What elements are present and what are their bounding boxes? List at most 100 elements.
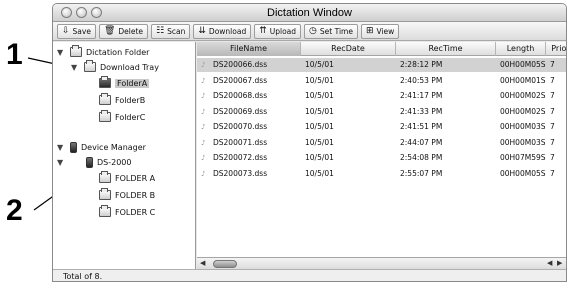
table-row[interactable]: ♪ DS200069.dss 10/5/01 2:41:33 PM 00H00M02S 7 <box>197 105 566 119</box>
table-row[interactable]: ♪ DS200073.dss 10/5/01 2:55:07 PM 00H00M05S 7 <box>197 167 566 181</box>
tree-item-device-folder-b[interactable]: FOLDER B <box>99 188 155 202</box>
audio-file-icon: ♪ <box>201 169 206 178</box>
tree-item-device-folder-a[interactable]: FOLDER A <box>99 171 155 185</box>
table-cell-length: 00H00M03S <box>500 137 546 147</box>
file-list-panel: FileName RecDate RecTime Length Priority… <box>197 42 566 269</box>
table-cell-rectime: 2:40:53 PM <box>400 75 443 85</box>
horizontal-scrollbar[interactable]: ◀ ◀ ▶ <box>197 257 566 269</box>
toolbar-button-label: Set Time <box>319 26 353 36</box>
disclosure-triangle-icon[interactable]: ▼ <box>57 48 66 57</box>
tree-item-label: FolderC <box>115 112 146 122</box>
table-cell-priority: 7 <box>550 153 555 162</box>
table-row[interactable]: ♪ DS200071.dss 10/5/01 2:44:07 PM 00H00M03S 7 <box>197 136 566 150</box>
tree-item-device-folder-c[interactable]: FOLDER C <box>99 205 155 219</box>
set-time-button[interactable]: ◷ Set Time <box>304 23 358 39</box>
table-cell-filename: DS200072.dss <box>213 153 268 162</box>
column-header-length[interactable]: Length <box>496 42 546 56</box>
download-button[interactable]: ⇊ Download <box>193 23 252 39</box>
tree-item-label: Dictation Folder <box>86 47 150 57</box>
scroll-right-arrow-icon[interactable]: ▶ <box>557 259 562 267</box>
audio-file-icon: ♪ <box>201 107 206 116</box>
table-cell-rectime: 2:41:33 PM <box>400 106 443 116</box>
title-bar[interactable]: Dictation Window <box>53 4 566 22</box>
scan-icon: ☷ <box>156 25 165 36</box>
save-button[interactable]: ⇩ Save <box>57 23 96 39</box>
toolbar-button-label: Download <box>208 26 247 36</box>
folder-tree-panel: ▼ Dictation Folder ▼ Download Tray Folde… <box>53 42 196 269</box>
toolbar: ⇩ Save 🗑 Delete ☷ Scan ⇊ Download ⇈ Upload ◷ Set Ti… <box>53 22 566 41</box>
scan-button[interactable]: ☷ Scan <box>151 23 191 39</box>
table-cell-length: 00H00M03S <box>500 122 546 131</box>
toolbar-button-label: Upload <box>269 26 297 36</box>
status-bar: Total of 8. <box>53 269 566 281</box>
folder-icon <box>99 76 111 88</box>
scroll-left-arrow-icon[interactable]: ◀ <box>200 259 205 267</box>
table-row[interactable]: ♪ DS200070.dss 10/5/01 2:41:51 PM 00H00M03S 7 <box>197 120 566 134</box>
table-cell-rectime: 2:44:07 PM <box>400 137 443 147</box>
tree-item-folder-c[interactable]: FolderC <box>99 110 145 124</box>
column-header-filename[interactable]: FileName <box>197 42 301 56</box>
table-cell-filename: DS200073.dss <box>213 168 268 178</box>
disclosure-triangle-icon[interactable]: ▼ <box>57 143 66 152</box>
table-cell-length: 00H00M01S <box>500 75 546 85</box>
folder-icon <box>99 171 111 183</box>
table-row[interactable]: ♪ DS200067.dss 10/5/01 2:40:53 PM 00H00M01S 7 <box>197 74 566 88</box>
clock-icon: ◷ <box>309 25 317 36</box>
table-row[interactable]: ♪ DS200068.dss 10/5/01 2:41:17 PM 00H00M02S 7 <box>197 89 566 103</box>
table-cell-priority: 7 <box>550 91 555 100</box>
recorder-device-icon <box>86 156 93 168</box>
dictation-window: Dictation Window ⇩ Save 🗑 Delete ☷ Scan ⇊ Downl… <box>52 3 567 282</box>
disclosure-triangle-icon[interactable]: ▼ <box>71 63 80 72</box>
table-header: FileName RecDate RecTime Length Priority <box>197 42 566 56</box>
audio-file-icon: ♪ <box>201 154 206 162</box>
scroll-left-arrow-icon-2[interactable]: ◀ <box>547 259 552 267</box>
table-row[interactable]: ♪ DS200066.dss 10/5/01 2:28:12 PM 00H00M05S 7 <box>197 58 566 72</box>
recorder-device-icon <box>70 141 77 153</box>
table-cell-filename: DS200067.dss <box>213 75 268 85</box>
disclosure-triangle-icon[interactable]: ▼ <box>57 158 66 167</box>
callout-number-1: 1 <box>6 38 23 71</box>
table-cell-rectime: 2:55:07 PM <box>400 168 443 178</box>
table-cell-filename: DS200068.dss <box>213 91 268 100</box>
table-cell-rectime: 2:41:51 PM <box>400 122 443 131</box>
folder-icon <box>99 188 111 200</box>
table-cell-recdate: 10/5/01 <box>305 137 334 147</box>
table-cell-recdate: 10/5/01 <box>305 75 334 85</box>
table-cell-recdate: 10/5/01 <box>305 106 334 116</box>
view-button[interactable]: ⊞ View <box>360 23 400 39</box>
tree-item-download-tray[interactable]: ▼ Download Tray <box>71 60 159 74</box>
tree-item-label: Device Manager <box>81 142 146 152</box>
tree-item-dictation-folder[interactable]: ▼ Dictation Folder <box>57 45 149 59</box>
column-header-recdate[interactable]: RecDate <box>301 42 396 56</box>
column-header-priority[interactable]: Priority <box>546 42 566 56</box>
table-row[interactable]: ♪ DS200072.dss 10/5/01 2:54:08 PM 00H07M59S 7 <box>197 151 566 165</box>
tree-item-ds-2000[interactable]: ▼ DS-2000 <box>57 155 131 169</box>
table-cell-length: 00H00M05S <box>500 60 546 69</box>
table-cell-filename: DS200070.dss <box>213 122 268 131</box>
save-icon: ⇩ <box>62 25 70 36</box>
tree-item-folder-b[interactable]: FolderB <box>99 93 145 107</box>
audio-file-icon: ♪ <box>201 92 206 100</box>
table-cell-priority: 7 <box>550 122 555 131</box>
audio-file-icon: ♪ <box>201 138 206 147</box>
delete-button[interactable]: 🗑 Delete <box>98 23 149 39</box>
tree-item-folder-a[interactable]: FolderA <box>99 76 150 90</box>
download-icon: ⇊ <box>198 25 206 36</box>
scrollbar-thumb[interactable] <box>213 260 237 268</box>
table-cell-priority: 7 <box>550 106 555 116</box>
trash-icon: 🗑 <box>103 25 116 36</box>
table-cell-priority: 7 <box>550 137 555 147</box>
tree-item-label: FOLDER C <box>115 207 156 217</box>
toolbar-button-label: Scan <box>167 26 186 36</box>
window-title: Dictation Window <box>267 7 352 19</box>
folder-icon <box>84 60 96 72</box>
folder-icon <box>99 205 111 217</box>
audio-file-icon: ♪ <box>201 123 206 131</box>
table-cell-filename: DS200069.dss <box>213 106 268 116</box>
folder-icon <box>70 45 82 57</box>
upload-button[interactable]: ⇈ Upload <box>254 23 302 39</box>
column-header-rectime[interactable]: RecTime <box>396 42 496 56</box>
tree-item-device-manager[interactable]: ▼ Device Manager <box>57 140 146 154</box>
table-cell-length: 00H00M02S <box>500 106 546 116</box>
tree-item-label: FOLDER B <box>115 190 156 200</box>
